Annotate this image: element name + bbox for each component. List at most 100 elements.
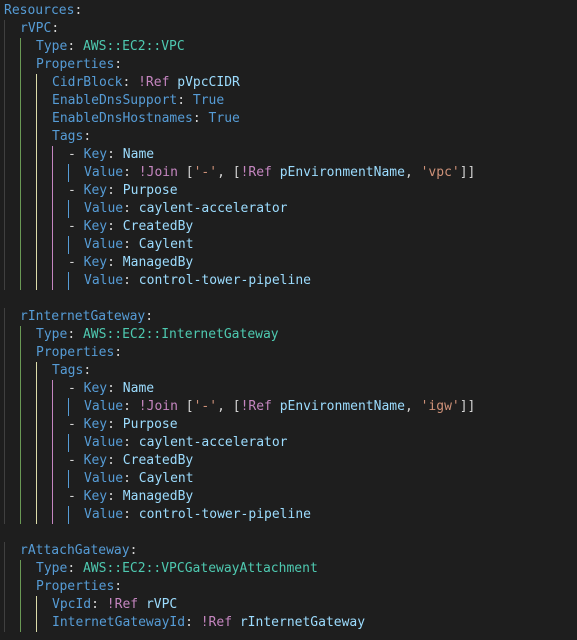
yaml-value: Name [123,147,154,162]
code-line[interactable]: - Key: CreatedBy [4,452,573,470]
code-line[interactable]: Type: AWS::EC2::InternetGateway [4,326,573,344]
code-line[interactable]: Value: !Join ['-', [!Ref pEnvironmentNam… [4,164,573,182]
yaml-key: Value [84,435,123,450]
code-line[interactable]: rVPC: [4,20,573,38]
yaml-tag: !Ref [241,399,272,414]
yaml-value: True [209,111,240,126]
code-line[interactable]: Tags: [4,128,573,146]
yaml-key: InternetGatewayId [52,615,185,630]
code-line[interactable]: Value: caylent-accelerator [4,434,573,452]
yaml-key: Tags [52,129,83,144]
yaml-value: Purpose [123,183,178,198]
yaml-key: rAttachGateway [20,543,130,558]
code-line[interactable]: Resources: [4,2,573,20]
yaml-value: ManagedBy [123,489,193,504]
code-line[interactable]: - Key: ManagedBy [4,488,573,506]
yaml-key: Type [36,327,67,342]
yaml-key: Type [36,561,67,576]
yaml-value: Purpose [123,417,178,432]
yaml-key: Properties [36,579,114,594]
code-line[interactable]: Value: control-tower-pipeline [4,506,573,524]
yaml-value: True [193,93,224,108]
code-line[interactable]: - Key: Purpose [4,416,573,434]
yaml-value: control-tower-pipeline [139,273,311,288]
code-line[interactable]: CidrBlock: !Ref pVpcCIDR [4,74,573,92]
code-line[interactable]: EnableDnsHostnames: True [4,110,573,128]
yaml-value: pEnvironmentName [280,165,405,180]
code-line[interactable]: Properties: [4,344,573,362]
yaml-key: Key [84,489,107,504]
yaml-key: EnableDnsHostnames [52,111,193,126]
code-line[interactable]: Properties: [4,578,573,596]
yaml-string: 'igw' [421,399,460,414]
code-line[interactable]: Type: AWS::EC2::VPCGatewayAttachment [4,560,573,578]
yaml-string: '-' [194,165,217,180]
blank-line[interactable] [4,290,573,308]
code-line[interactable]: rInternetGateway: [4,308,573,326]
yaml-key: Key [84,183,107,198]
yaml-tag: !Join [139,165,178,180]
yaml-key: Key [84,453,107,468]
code-line[interactable]: InternetGatewayId: !Ref rInternetGateway [4,614,573,632]
yaml-key: Key [84,219,107,234]
code-line[interactable]: Value: caylent-accelerator [4,200,573,218]
blank-line[interactable] [4,524,573,542]
yaml-key: Properties [36,57,114,72]
yaml-tag: !Ref [241,165,272,180]
yaml-value: Caylent [139,471,194,486]
yaml-value: ManagedBy [123,255,193,270]
code-line[interactable]: - Key: CreatedBy [4,218,573,236]
yaml-key: Value [84,399,123,414]
yaml-string: '-' [194,399,217,414]
yaml-key: Resources [4,3,74,18]
yaml-key: Value [84,237,123,252]
yaml-key: rVPC [20,21,51,36]
code-line[interactable]: - Key: Purpose [4,182,573,200]
yaml-key: Value [84,273,123,288]
code-line[interactable]: - Key: Name [4,146,573,164]
yaml-key: VpcId [52,597,91,612]
code-editor[interactable]: Resources:rVPC:Type: AWS::EC2::VPCProper… [0,0,577,634]
yaml-key: CidrBlock [52,75,122,90]
yaml-key: Key [84,255,107,270]
code-line[interactable]: VpcId: !Ref rVPC [4,596,573,614]
code-line[interactable]: Properties: [4,56,573,74]
yaml-key: Value [84,471,123,486]
code-line[interactable]: Value: Caylent [4,236,573,254]
yaml-value: AWS::EC2::InternetGateway [83,327,279,342]
yaml-key: EnableDnsSupport [52,93,177,108]
yaml-value: pEnvironmentName [280,399,405,414]
code-line[interactable]: rAttachGateway: [4,542,573,560]
code-line[interactable]: Value: !Join ['-', [!Ref pEnvironmentNam… [4,398,573,416]
yaml-value: caylent-accelerator [139,435,288,450]
yaml-value: control-tower-pipeline [139,507,311,522]
yaml-key: Value [84,165,123,180]
yaml-key: Properties [36,345,114,360]
yaml-tag: !Ref [107,597,138,612]
yaml-value: rVPC [146,597,177,612]
code-line[interactable]: Value: Caylent [4,470,573,488]
code-line[interactable]: Tags: [4,362,573,380]
yaml-key: rInternetGateway [20,309,145,324]
yaml-value: Caylent [139,237,194,252]
yaml-key: Tags [52,363,83,378]
yaml-value: CreatedBy [123,453,193,468]
yaml-value: caylent-accelerator [139,201,288,216]
yaml-value: rInternetGateway [240,615,365,630]
yaml-tag: !Ref [138,75,169,90]
code-line[interactable]: EnableDnsSupport: True [4,92,573,110]
yaml-value: pVpcCIDR [177,75,240,90]
yaml-value: Name [123,381,154,396]
yaml-key: Key [84,417,107,432]
yaml-key: Value [84,201,123,216]
yaml-value: CreatedBy [123,219,193,234]
yaml-value: AWS::EC2::VPCGatewayAttachment [83,561,318,576]
yaml-tag: !Join [139,399,178,414]
yaml-key: Key [84,147,107,162]
code-line[interactable]: - Key: ManagedBy [4,254,573,272]
code-line[interactable]: Type: AWS::EC2::VPC [4,38,573,56]
code-line[interactable]: - Key: Name [4,380,573,398]
yaml-key: Value [84,507,123,522]
code-line[interactable]: Value: control-tower-pipeline [4,272,573,290]
yaml-string: 'vpc' [421,165,460,180]
